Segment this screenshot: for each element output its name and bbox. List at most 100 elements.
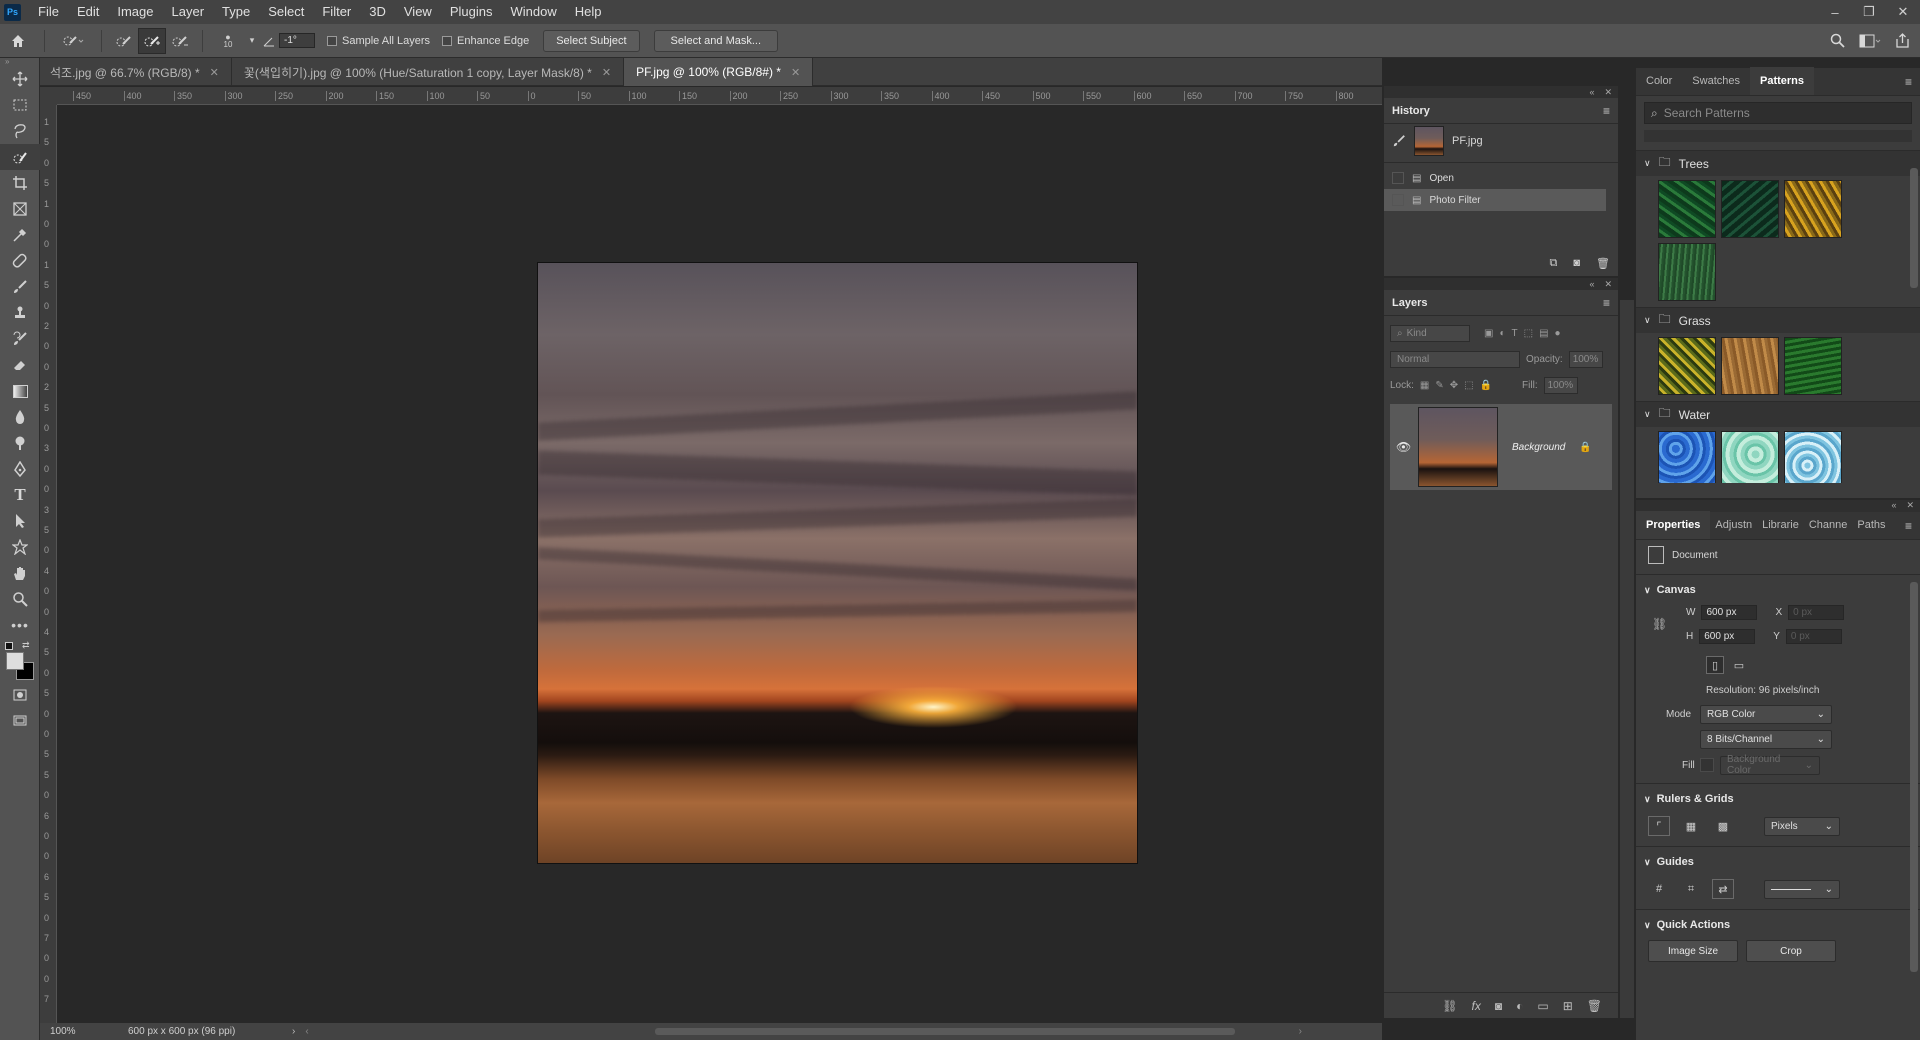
path-selection-tool[interactable] bbox=[0, 508, 40, 534]
tab-patterns[interactable]: Patterns bbox=[1750, 67, 1815, 95]
pattern-swatch[interactable] bbox=[1658, 243, 1716, 301]
subtract-selection-button[interactable] bbox=[166, 28, 194, 54]
pattern-swatch[interactable] bbox=[1784, 337, 1842, 395]
foreground-color-swatch[interactable] bbox=[6, 652, 24, 670]
history-item-selected[interactable]: ▤ Photo Filter bbox=[1384, 189, 1606, 211]
panel-menu-icon[interactable]: ≡ bbox=[1905, 519, 1912, 533]
horizontal-ruler[interactable]: 450 400 350 300 250 200 150 100 50 0 50 100 150 200 25… bbox=[57, 87, 1382, 105]
restore-button[interactable]: ❐ bbox=[1852, 0, 1886, 24]
collapse-icon[interactable]: « bbox=[1589, 87, 1594, 97]
vertical-ruler[interactable]: 1505100150200250300350400450500550600650… bbox=[40, 105, 57, 1023]
panel-menu-icon[interactable]: ≡ bbox=[1603, 296, 1610, 310]
patterns-scrollbar[interactable] bbox=[1910, 168, 1918, 288]
zoom-tool[interactable] bbox=[0, 586, 40, 612]
properties-scrollbar[interactable] bbox=[1910, 582, 1918, 972]
tab-swatches[interactable]: Swatches bbox=[1682, 67, 1750, 95]
shape-tool[interactable] bbox=[0, 534, 40, 560]
ruler-toggle-icon[interactable]: ⌜ bbox=[1648, 816, 1670, 836]
type-tool[interactable]: T bbox=[0, 482, 40, 508]
width-input[interactable]: 600 px bbox=[1701, 605, 1758, 620]
blend-mode-dropdown[interactable]: Normal bbox=[1390, 350, 1520, 368]
close-icon[interactable]: ✕ bbox=[1604, 279, 1612, 290]
link-icon[interactable]: ⛓ bbox=[1442, 999, 1457, 1013]
close-window-button[interactable]: ✕ bbox=[1886, 0, 1920, 24]
workspace-icon[interactable] bbox=[1859, 34, 1881, 48]
folder-icon[interactable]: ▭ bbox=[1537, 999, 1548, 1013]
kind-filter-dropdown[interactable]: ⌕ Kind bbox=[1390, 324, 1470, 342]
pattern-group-trees[interactable]: ∨ 🗀 Trees bbox=[1636, 150, 1920, 176]
x-input[interactable]: 0 px bbox=[1788, 605, 1845, 620]
history-brush-source-icon[interactable] bbox=[1392, 134, 1406, 148]
layer-name[interactable]: Background bbox=[1512, 442, 1565, 453]
crop-tool[interactable] bbox=[0, 170, 40, 196]
guides-toggle-icon[interactable]: # bbox=[1648, 879, 1670, 899]
select-and-mask-button[interactable]: Select and Mask... bbox=[653, 29, 779, 52]
pattern-group-grass[interactable]: ∨ 🗀 Grass bbox=[1636, 307, 1920, 333]
history-snapshot[interactable]: PF.jpg bbox=[1384, 124, 1618, 158]
opacity-input[interactable]: 100% bbox=[1568, 350, 1603, 368]
crop-button[interactable]: Crop bbox=[1746, 940, 1836, 962]
edit-toolbar-button[interactable]: ••• bbox=[0, 612, 40, 638]
filter-toggle-icon[interactable]: ● bbox=[1555, 328, 1561, 339]
pattern-swatch[interactable] bbox=[1721, 431, 1779, 483]
panel-menu-icon[interactable]: ≡ bbox=[1905, 75, 1912, 89]
fill-dropdown[interactable]: Background Color ⌄ bbox=[1720, 754, 1820, 776]
lock-pixels-icon[interactable]: ✎ bbox=[1435, 380, 1443, 391]
select-subject-button[interactable]: Select Subject bbox=[543, 29, 640, 52]
tab-color[interactable]: Color bbox=[1636, 67, 1682, 95]
share-icon[interactable] bbox=[1895, 33, 1910, 48]
new-document-from-state-icon[interactable]: ⧉ bbox=[1550, 257, 1558, 270]
gradient-tool[interactable] bbox=[0, 378, 40, 404]
filter-adjustment-icon[interactable]: ◐ bbox=[1499, 328, 1505, 339]
new-selection-button[interactable] bbox=[110, 28, 138, 54]
document-image[interactable] bbox=[538, 263, 1137, 863]
pattern-swatch[interactable] bbox=[1658, 431, 1716, 483]
scroll-right-icon[interactable]: › bbox=[1299, 1026, 1302, 1037]
tab-adjustments[interactable]: Adjustn bbox=[1710, 511, 1757, 539]
height-input[interactable]: 600 px bbox=[1699, 629, 1756, 644]
menu-3d[interactable]: 3D bbox=[360, 0, 395, 24]
link-icon[interactable]: ⛓ bbox=[1652, 617, 1667, 631]
guides-header[interactable]: ∨ Guides bbox=[1636, 851, 1920, 873]
layers-scrollbar[interactable] bbox=[1620, 300, 1634, 1018]
pattern-swatch[interactable] bbox=[1784, 431, 1842, 483]
tab-pf[interactable]: PF.jpg @ 100% (RGB/8#) * ✕ bbox=[624, 58, 814, 86]
units-dropdown[interactable]: Pixels ⌄ bbox=[1764, 816, 1840, 836]
chevron-down-icon[interactable]: ▾ bbox=[245, 28, 259, 54]
lock-position-icon[interactable]: ✥ bbox=[1450, 380, 1458, 391]
history-item[interactable]: ▤ Open bbox=[1384, 167, 1618, 189]
horizontal-scrollbar[interactable] bbox=[655, 1028, 1235, 1035]
collapse-icon[interactable]: « bbox=[1891, 500, 1896, 512]
pattern-search-field[interactable]: ⌕ Search Patterns bbox=[1644, 102, 1912, 124]
pen-tool[interactable] bbox=[0, 456, 40, 482]
pattern-swatch[interactable] bbox=[1658, 337, 1716, 395]
lock-transparent-icon[interactable]: ▦ bbox=[1420, 380, 1429, 391]
layer-row-background[interactable]: 👁 Background 🔒 bbox=[1390, 404, 1612, 490]
filter-smart-object-icon[interactable]: ▤ bbox=[1539, 328, 1548, 339]
home-button[interactable] bbox=[0, 28, 36, 54]
screen-mode-button[interactable] bbox=[0, 708, 40, 734]
grid-toggle-icon[interactable]: ▦ bbox=[1680, 816, 1702, 836]
collapse-icon[interactable]: « bbox=[1589, 279, 1594, 289]
sample-all-layers-checkbox[interactable]: Sample All Layers bbox=[327, 35, 430, 47]
close-icon[interactable]: ✕ bbox=[791, 66, 800, 79]
fx-icon[interactable]: fx bbox=[1472, 999, 1481, 1013]
mask-icon[interactable]: ◙ bbox=[1495, 999, 1502, 1013]
eraser-tool[interactable] bbox=[0, 352, 40, 378]
rulers-grids-header[interactable]: ∨ Rulers & Grids bbox=[1636, 788, 1920, 810]
close-icon[interactable]: ✕ bbox=[210, 66, 219, 79]
pattern-size-slider[interactable] bbox=[1644, 130, 1912, 142]
marquee-tool[interactable] bbox=[0, 92, 40, 118]
close-icon[interactable]: ✕ bbox=[1906, 500, 1914, 512]
collapse-arrows-icon[interactable]: » bbox=[0, 58, 39, 66]
ruler-origin[interactable] bbox=[40, 87, 57, 105]
filter-type-icon[interactable]: T bbox=[1512, 328, 1518, 339]
brush-size-picker[interactable]: ● 10 bbox=[211, 28, 245, 54]
pattern-swatch[interactable] bbox=[1721, 337, 1779, 395]
menu-select[interactable]: Select bbox=[259, 0, 313, 24]
add-to-selection-button[interactable] bbox=[138, 27, 166, 54]
tab-channels[interactable]: Channe bbox=[1804, 511, 1853, 539]
close-icon[interactable]: ✕ bbox=[602, 66, 611, 79]
trash-icon[interactable]: 🗑 bbox=[1587, 999, 1602, 1013]
brush-tool[interactable] bbox=[0, 274, 40, 300]
